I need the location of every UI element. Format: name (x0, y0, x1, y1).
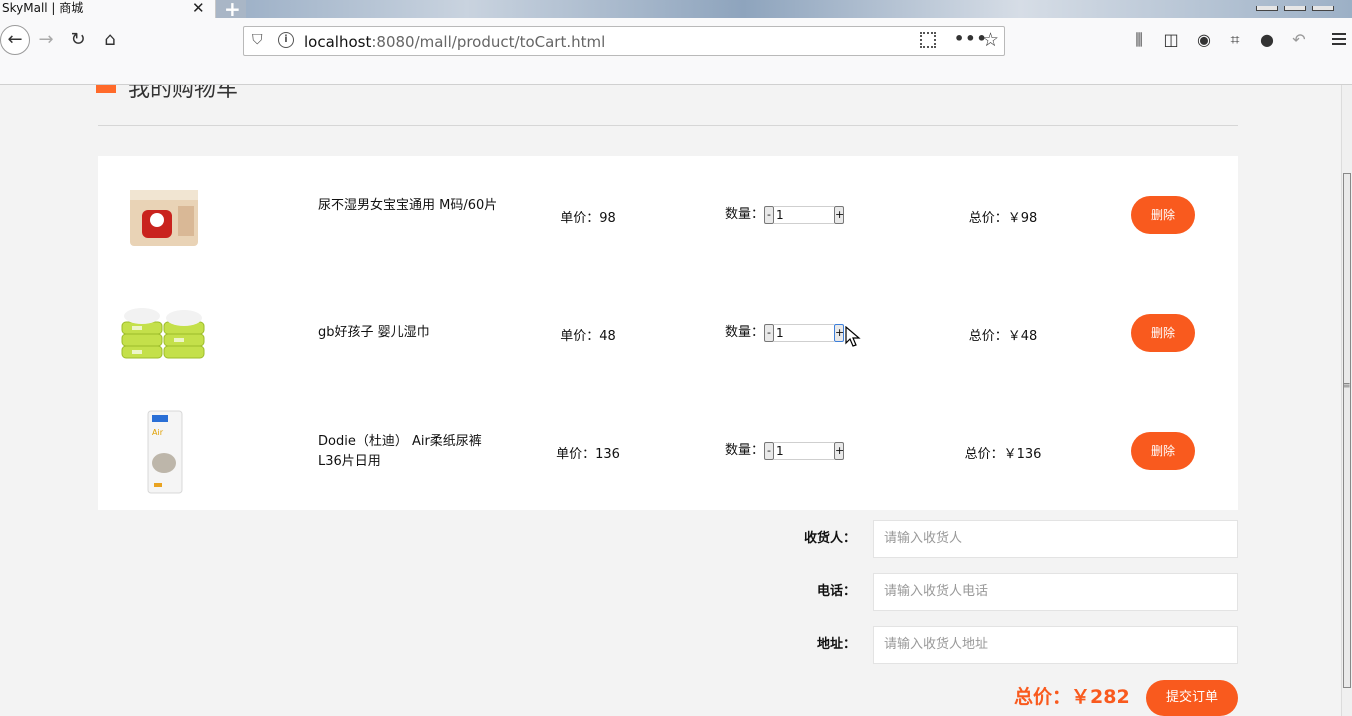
cart-item: Air Dodie（杜迪） Air柔纸尿裤L36片日用 单价：136 数量： -1… (98, 392, 1238, 510)
chat-bubble-icon[interactable]: ● (1256, 30, 1278, 49)
tab-title: SkyMall | 商城 (2, 1, 84, 15)
quantity-plus-button[interactable]: + (834, 323, 844, 342)
address-bar[interactable]: ⛉ i localhost:8080/mall/product/toCart.h… (243, 26, 1005, 56)
quantity-input[interactable]: 1 (774, 323, 835, 342)
maximize-button[interactable] (1284, 6, 1306, 11)
phone-label: 电话： (816, 584, 856, 599)
quantity-plus-button[interactable]: + (834, 205, 844, 224)
tab-close-icon[interactable]: ✕ (192, 0, 205, 16)
address-label: 地址： (816, 637, 856, 652)
delete-button[interactable]: 删除 (1131, 432, 1195, 470)
quantity-minus-button[interactable]: - (764, 205, 775, 224)
minimize-button[interactable] (1256, 6, 1278, 11)
product-name[interactable]: Dodie（杜迪） Air柔纸尿裤L36片日用 (318, 432, 498, 472)
cart-item: gb好孩子 婴儿湿巾 单价：48 数量： -1 + 总价：￥48 删除 (98, 274, 1238, 392)
window-background (246, 0, 1352, 18)
address-input[interactable]: 请输入收货人地址 (873, 626, 1238, 664)
page-scrollbar[interactable]: ≡ (1341, 85, 1352, 716)
unit-price: 单价：98 (560, 211, 616, 226)
window-controls (1256, 0, 1352, 11)
menu-icon[interactable] (1332, 33, 1346, 48)
url-text[interactable]: localhost:8080/mall/product/toCart.html (304, 33, 605, 51)
delete-button[interactable]: 删除 (1131, 314, 1195, 352)
quantity-stepper: 数量： -1 + (725, 441, 844, 461)
url-host: localhost (304, 33, 372, 51)
quantity-input[interactable]: 1 (774, 205, 835, 224)
unit-price: 单价：48 (560, 329, 616, 344)
product-image-diapers[interactable] (118, 176, 210, 256)
quantity-label: 数量： (725, 207, 765, 222)
cart-item: 尿不湿男女宝宝通用 M码/60片 单价：98 数量： -1 + 总价：￥98 删除 (98, 156, 1238, 274)
quantity-input[interactable]: 1 (774, 441, 835, 460)
navigation-toolbar: ← → ↻ ⌂ ⛉ i localhost:8080/mall/product/… (0, 18, 1352, 64)
receiver-row: 收货人： 请输入收货人 (760, 520, 1238, 558)
item-total: 总价：￥98 (968, 211, 1038, 226)
scroll-grip-icon: ≡ (1343, 381, 1351, 391)
delete-button[interactable]: 删除 (1131, 196, 1195, 234)
sidebar-icon[interactable]: ◫ (1160, 30, 1182, 49)
phone-input[interactable]: 请输入收货人电话 (873, 573, 1238, 611)
undo-arrow-icon[interactable]: ↶ (1288, 30, 1310, 49)
receiver-label: 收货人： (803, 531, 856, 546)
receiver-input[interactable]: 请输入收货人 (873, 520, 1238, 558)
grand-total: 总价：￥282 (1014, 686, 1130, 708)
browser-tab[interactable]: SkyMall | 商城 ✕ (0, 0, 216, 18)
new-tab-icon[interactable]: + (224, 0, 241, 18)
submit-order-button[interactable]: 提交订单 (1146, 680, 1238, 716)
quantity-stepper: 数量： -1 + (725, 205, 844, 225)
bookmark-star-icon[interactable]: ☆ (982, 29, 999, 51)
quantity-label: 数量： (725, 325, 765, 340)
close-window-button[interactable] (1312, 6, 1334, 11)
unit-price: 单价：136 (556, 447, 620, 462)
phone-row: 电话： 请输入收货人电话 (760, 573, 1238, 611)
scrollbar-thumb[interactable] (1343, 173, 1351, 688)
cart-list: 尿不湿男女宝宝通用 M码/60片 单价：98 数量： -1 + 总价：￥98 删除 … (98, 156, 1238, 510)
product-image-wipes[interactable] (118, 294, 210, 374)
tab-strip: SkyMall | 商城 ✕ + (0, 0, 1352, 18)
tracking-shield-icon[interactable]: ⛉ (252, 32, 263, 48)
address-row: 地址： 请输入收货人地址 (760, 626, 1238, 664)
back-arrow-icon[interactable]: ← (0, 25, 30, 55)
product-name[interactable]: 尿不湿男女宝宝通用 M码/60片 (318, 196, 498, 216)
quantity-plus-button[interactable]: + (834, 441, 844, 460)
quantity-label: 数量： (725, 443, 765, 458)
reload-icon[interactable]: ↻ (66, 28, 90, 52)
svg-text:Air: Air (152, 428, 164, 437)
url-path: :8080/mall/product/toCart.html (371, 33, 606, 51)
product-image-dodie-diapers[interactable]: Air (118, 406, 210, 498)
mouse-cursor-icon (845, 326, 861, 347)
account-icon[interactable]: ◉ (1193, 30, 1215, 49)
item-total: 总价：￥136 (964, 447, 1042, 462)
quantity-stepper: 数量： -1 + (725, 323, 844, 343)
screenshot-crop-icon[interactable]: ⌗ (1224, 30, 1246, 50)
library-icon[interactable]: ⫼ (1128, 30, 1150, 50)
title-divider (98, 125, 1238, 126)
product-name[interactable]: gb好孩子 婴儿湿巾 (318, 323, 498, 343)
home-icon[interactable]: ⌂ (98, 28, 122, 52)
qr-code-icon[interactable] (920, 32, 936, 48)
forward-arrow-icon[interactable]: → (34, 28, 58, 52)
site-info-icon[interactable]: i (278, 32, 294, 48)
quantity-minus-button[interactable]: - (764, 323, 775, 342)
item-total: 总价：￥48 (968, 329, 1038, 344)
quantity-minus-button[interactable]: - (764, 441, 775, 460)
